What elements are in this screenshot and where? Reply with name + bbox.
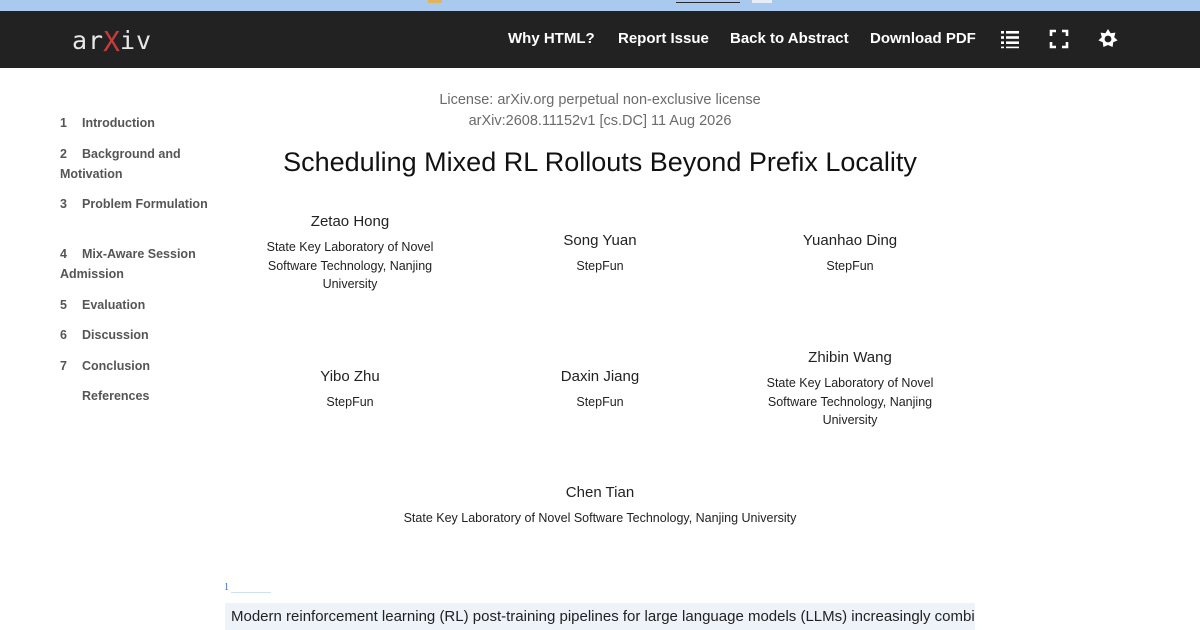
- author-block: Zetao Hong State Key Laboratory of Novel…: [255, 213, 445, 294]
- toc-item-number: 4: [60, 247, 67, 261]
- author-block: Song Yuan StepFun: [505, 232, 695, 276]
- author-affiliation: State Key Laboratory of Novel Software T…: [266, 240, 434, 291]
- abstract-text: Modern reinforcement learning (RL) post-…: [225, 603, 975, 630]
- toc-item-number: 6: [60, 328, 67, 342]
- report-issue-link[interactable]: Report Issue: [618, 30, 709, 47]
- toc-item-mix-aware[interactable]: 4 Mix-Aware Session Admission: [60, 244, 210, 284]
- toc-item-label: Discussion: [82, 328, 149, 342]
- author-affiliation: StepFun: [576, 395, 624, 409]
- arxiv-header: ar Xiv Why HTML? Report Issue Back to Abs…: [0, 11, 1200, 68]
- author-name: Yuanhao Ding: [802, 232, 898, 249]
- tab-underline: [676, 2, 740, 3]
- toc-item-evaluation[interactable]: 5 Evaluation: [60, 295, 210, 315]
- author-affiliation: State Key Laboratory of Novel Software T…: [403, 511, 797, 525]
- toc-item-background[interactable]: 2 Background and Motivation: [60, 144, 210, 184]
- toc-item-number: 2: [60, 147, 67, 161]
- author-name: Yibo Zhu: [320, 368, 380, 385]
- back-to-abstract-link[interactable]: Back to Abstract: [730, 30, 849, 47]
- author-block: Yuanhao Ding StepFun: [755, 232, 945, 276]
- toc-item-references[interactable]: References: [60, 386, 210, 406]
- author-block: Chen Tian State Key Laboratory of Novel …: [300, 484, 900, 528]
- author-name: Zetao Hong: [310, 213, 390, 230]
- license-text: License: arXiv.org perpetual non-exclusi…: [439, 92, 761, 108]
- author-name: Song Yuan: [563, 232, 637, 249]
- download-pdf-link[interactable]: Download PDF: [870, 30, 976, 47]
- toc-item-introduction[interactable]: 1 Introduction: [60, 113, 210, 133]
- why-html-link[interactable]: Why HTML?: [508, 30, 595, 47]
- toc-item-number: 3: [60, 197, 67, 211]
- toc-item-problem-formulation[interactable]: 3 Problem Formulation: [60, 194, 210, 214]
- toc-item-number: 1: [60, 116, 67, 130]
- author-name: Zhibin Wang: [808, 349, 892, 366]
- author-affiliation: StepFun: [826, 259, 874, 273]
- toc-item-label: Problem Formulation: [82, 197, 208, 211]
- author-block: Daxin Jiang StepFun: [505, 368, 695, 412]
- toc-item-number: 5: [60, 298, 67, 312]
- author-affiliation: StepFun: [576, 259, 624, 273]
- tab-button: [752, 0, 772, 3]
- author-block: Yibo Zhu StepFun: [255, 368, 445, 412]
- license-block: License: arXiv.org perpetual non-exclusi…: [300, 90, 900, 132]
- toc-item-label: References: [82, 389, 150, 403]
- theme-toggle-icon[interactable]: [1096, 27, 1120, 51]
- browser-strip: [0, 0, 1200, 11]
- toc-item-conclusion[interactable]: 7 Conclusion: [60, 356, 210, 376]
- toc-list-icon[interactable]: [998, 27, 1022, 51]
- author-name: Chen Tian: [565, 484, 635, 501]
- toc-item-label: Conclusion: [82, 359, 151, 373]
- author-block: Zhibin Wang State Key Laboratory of Nove…: [755, 349, 945, 430]
- arxiv-id-line: arXiv:2608.11152v1 [cs.DC] 11 Aug 2026: [468, 113, 732, 129]
- toc-item-number: 7: [60, 359, 67, 373]
- author-affiliation: StepFun: [326, 395, 374, 409]
- fullscreen-icon[interactable]: [1047, 27, 1071, 51]
- footnote-marker[interactable]: 1: [224, 582, 229, 593]
- toc-item-discussion[interactable]: 6 Discussion: [60, 325, 210, 345]
- toc-item-label: Evaluation: [82, 298, 146, 312]
- author-name: Daxin Jiang: [560, 368, 640, 385]
- header-nav: Why HTML? Report Issue Back to Abstract …: [0, 11, 1200, 68]
- author-affiliation: State Key Laboratory of Novel Software T…: [766, 376, 934, 427]
- footnote-divider: [231, 592, 271, 593]
- toc-item-label: Introduction: [82, 116, 155, 130]
- paper-title: Scheduling Mixed RL Rollouts Beyond Pref…: [283, 147, 917, 177]
- tab-favicon: [428, 0, 442, 3]
